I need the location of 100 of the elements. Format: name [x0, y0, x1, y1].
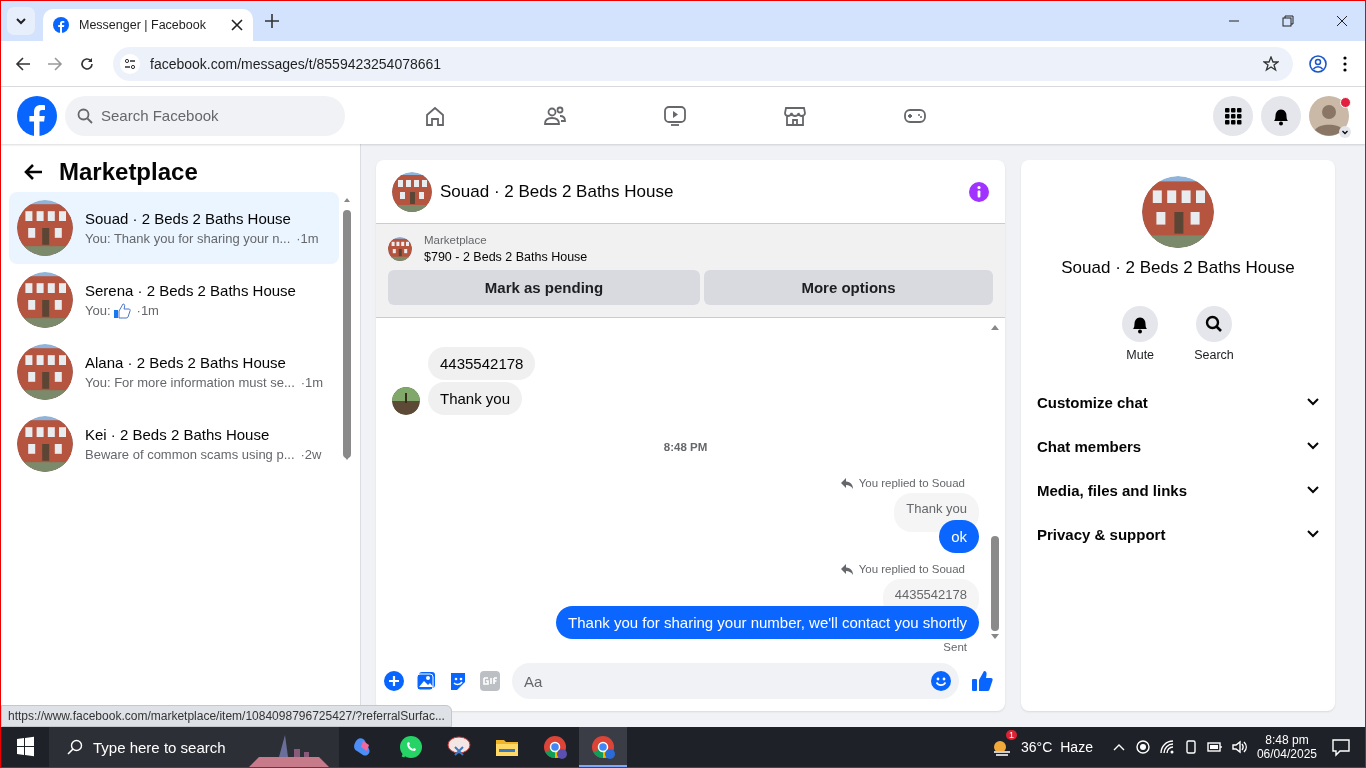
facebook-logo-icon[interactable] — [17, 95, 57, 136]
message-preview: You: — [85, 303, 111, 318]
message-bubble: ok — [939, 520, 979, 553]
reload-icon[interactable] — [79, 55, 95, 72]
action-label: Search — [1194, 348, 1234, 362]
house-photo — [17, 272, 73, 328]
clock[interactable]: 8:48 pm 06/04/2025 — [1256, 733, 1317, 761]
more-icon[interactable] — [1343, 55, 1347, 72]
weather-condition: Haze — [1060, 739, 1093, 755]
message-preview: You: For more information must se... — [85, 375, 295, 390]
action-button[interactable]: Mark as pending — [388, 270, 700, 305]
message-status: Sent — [943, 641, 968, 653]
reply-icon — [840, 563, 853, 575]
conversation-item[interactable]: Kei · 2 Beds 2 Baths House Beware of common scams using p... ·2w — [9, 408, 339, 480]
reply-note: You replied to Souad — [858, 477, 965, 489]
message-input[interactable]: Aa — [512, 663, 959, 699]
thumbs-up-icon — [112, 302, 131, 319]
video-icon[interactable] — [663, 103, 687, 128]
star-icon[interactable] — [1263, 55, 1279, 72]
action-label: Mute — [1126, 348, 1155, 362]
house-photo — [17, 200, 73, 256]
reply-icon — [840, 477, 853, 489]
tree-photo — [392, 387, 420, 415]
wifi-icon[interactable] — [1158, 739, 1175, 755]
back-arrow-icon[interactable] — [15, 55, 31, 72]
site-settings-icon[interactable] — [120, 53, 140, 74]
plus-icon[interactable] — [384, 671, 404, 691]
chevron-down-icon — [1339, 125, 1351, 138]
section-header[interactable]: Privacy & support — [1037, 512, 1319, 556]
search-icon[interactable] — [1196, 306, 1232, 342]
conversation-item[interactable]: Serena · 2 Beds 2 Baths House You: ·1m — [9, 264, 339, 336]
message-bubble: Thank you for sharing your number, we'll contact you shortly — [556, 606, 979, 639]
message-bubble: Thank you — [428, 382, 523, 415]
photo-icon[interactable] — [416, 671, 436, 691]
message-time: ·1m — [136, 303, 159, 318]
search-icon — [67, 739, 83, 755]
message-preview: Beware of common scams using p... — [85, 447, 295, 462]
speaker-icon[interactable] — [1230, 739, 1247, 755]
url-text: facebook.com/messages/t/8559423254078661 — [150, 55, 442, 72]
reply-note: You replied to Souad — [858, 563, 965, 575]
house-photo — [392, 171, 432, 212]
listing-title: $790 - 2 Beds 2 Baths House — [424, 250, 588, 264]
conversation-name: Alana · 2 Beds 2 Baths House — [85, 354, 287, 371]
house-photo — [17, 416, 73, 472]
chevron-down-icon — [1307, 442, 1319, 450]
chat-title: Souad · 2 Beds 2 Baths House — [440, 181, 674, 202]
tab-list-icon[interactable] — [7, 7, 35, 35]
account-button[interactable] — [1309, 95, 1349, 136]
tab-title: Messenger | Facebook — [79, 18, 207, 32]
clock-time: 8:48 pm — [1265, 733, 1309, 747]
message-preview: You: Thank you for sharing your n... — [85, 231, 291, 246]
profile-icon[interactable] — [1309, 54, 1327, 73]
sticker-icon[interactable] — [448, 671, 468, 691]
section-header[interactable]: Media, files and links — [1037, 468, 1319, 512]
search-field[interactable]: Search Facebook — [65, 95, 345, 136]
conversation-name: Souad · 2 Beds 2 Baths House — [85, 210, 292, 227]
message-time: ·1m — [300, 375, 324, 390]
section-header[interactable]: Customize chat — [1037, 380, 1319, 424]
contact-name: Souad · 2 Beds 2 Baths House — [1061, 258, 1295, 278]
notification-badge: 1 — [1005, 730, 1017, 740]
chevron-down-icon — [1307, 398, 1319, 406]
taskbar-search[interactable]: Type here to search — [49, 727, 339, 767]
chevron-down-icon — [1307, 530, 1319, 538]
record-icon[interactable] — [1134, 739, 1151, 755]
info-icon[interactable] — [969, 181, 989, 202]
browser-tab[interactable]: Messenger | Facebook — [43, 9, 253, 41]
temperature: 36°C — [1020, 739, 1053, 755]
conversation-item[interactable]: Souad · 2 Beds 2 Baths House You: Thank you for sharing your n... ·1m — [9, 192, 339, 264]
search-icon — [77, 107, 93, 124]
house-photo — [388, 237, 412, 261]
conversation-name: Kei · 2 Beds 2 Baths House — [85, 426, 271, 443]
sidebar-title: Marketplace — [59, 158, 198, 186]
back-arrow-icon[interactable] — [23, 162, 43, 182]
menu-grid-icon[interactable] — [1213, 95, 1253, 136]
chrome-icon[interactable] — [579, 727, 627, 767]
battery-icon[interactable] — [1206, 739, 1223, 755]
chevron-down-icon — [1307, 486, 1319, 494]
forward-arrow-icon[interactable] — [47, 55, 63, 72]
weather-widget[interactable]: 1 36°C Haze — [986, 728, 1097, 766]
link-preview: https://www.facebook.com/marketplace/item/1084098796725427/?referralSurfac... — [1, 705, 452, 727]
message-time: ·2w — [300, 447, 322, 462]
message-bubble: 4435542178 — [428, 347, 536, 380]
timestamp: 8:48 PM — [663, 441, 708, 453]
clock-date: 06/04/2025 — [1256, 747, 1317, 761]
conversation-item[interactable]: Alana · 2 Beds 2 Baths House You: For more information must se... ·1m — [9, 336, 339, 408]
address-bar[interactable]: facebook.com/messages/t/8559423254078661 — [113, 46, 1293, 81]
bell-icon[interactable] — [1122, 306, 1159, 342]
notification-center-icon[interactable] — [1331, 737, 1351, 757]
action-button[interactable]: More options — [704, 270, 993, 305]
avatar-icon — [1309, 95, 1349, 136]
close-icon[interactable] — [231, 19, 243, 31]
new-tab-icon[interactable] — [265, 14, 279, 28]
section-header[interactable]: Chat members — [1037, 424, 1319, 468]
thumbs-up-icon[interactable] — [971, 670, 993, 692]
facebook-logo-icon — [53, 17, 69, 33]
emoji-icon[interactable] — [931, 671, 951, 691]
conversation-name: Serena · 2 Beds 2 Baths House — [85, 281, 296, 299]
message-time: ·1m — [296, 231, 319, 246]
notifications-icon[interactable] — [1261, 95, 1301, 136]
listing-label: Marketplace — [424, 234, 488, 246]
